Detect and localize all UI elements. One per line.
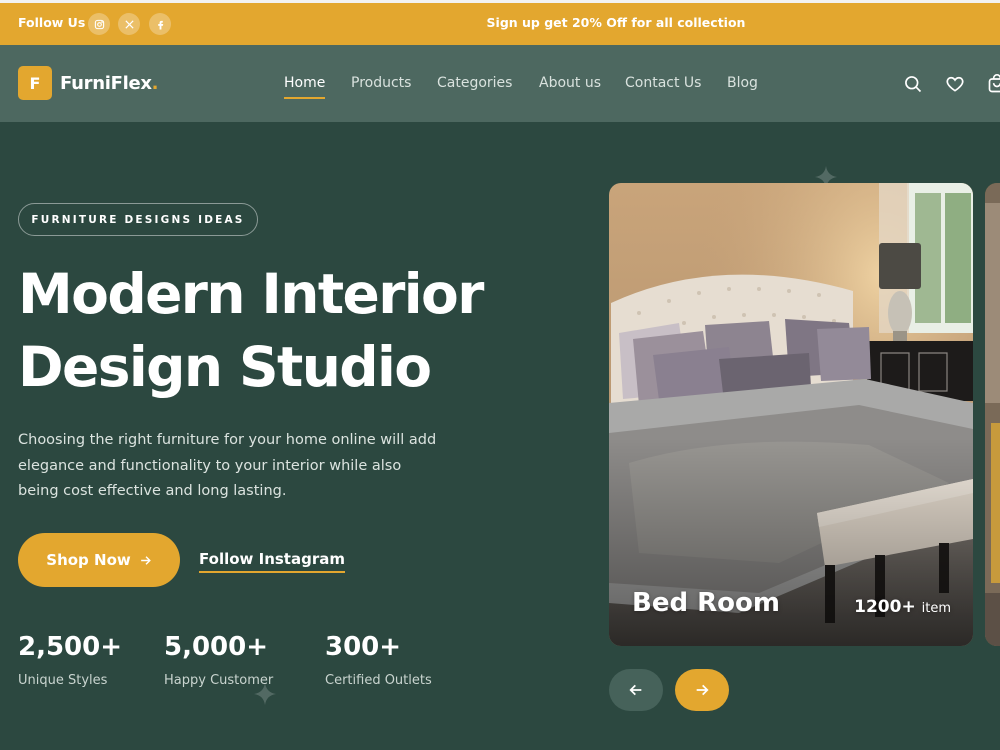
logo-text[interactable]: FurniFlex. [60, 73, 158, 94]
promo-text: Sign up get 20% Off for all collection [486, 15, 746, 30]
nav-blog[interactable]: Blog [727, 75, 758, 91]
arrow-right-icon [140, 555, 151, 565]
bedroom-category-card[interactable]: Bed Room 1200+ item [609, 183, 973, 646]
nav-home-label: Home [284, 75, 326, 91]
card-title: Bed Room [632, 588, 780, 618]
hero-title: Modern Interior Design Studio [18, 258, 598, 404]
shop-now-button[interactable]: Shop Now [18, 533, 180, 587]
stat-label-styles: Unique Styles [18, 673, 108, 688]
hero-tag-pill: FURNITURE DESIGNS IDEAS [18, 203, 258, 236]
nav-active-indicator [284, 97, 326, 99]
nav-products[interactable]: Products [351, 75, 411, 91]
heart-icon[interactable] [945, 74, 965, 94]
card-item-count: 1200+ item [854, 597, 951, 617]
nav-about-us[interactable]: About us [539, 75, 601, 91]
follow-instagram-link[interactable]: Follow Instagram [199, 550, 345, 573]
arrow-right-icon [696, 684, 709, 696]
card-count-value: 1200+ [854, 597, 916, 617]
logo-dot: . [151, 73, 159, 94]
logo-mark[interactable]: F [18, 66, 52, 100]
bedroom-photo [609, 183, 973, 646]
nav-home[interactable]: Home [284, 75, 326, 99]
arrow-left-icon [629, 684, 642, 696]
stat-value-outlets: 300+ [325, 632, 402, 662]
logo-name: FurniFlex [60, 73, 152, 94]
hero-description: Choosing the right furniture for your ho… [18, 432, 437, 499]
main-header: F FurniFlex. Home Products Categories Ab… [0, 45, 1000, 122]
stat-label-outlets: Certified Outlets [325, 673, 432, 688]
promo-topbar: Follow Us Sign up get 20% Off for all co… [0, 0, 1000, 45]
next-category-card-peek[interactable] [985, 183, 1000, 646]
carousel-prev-button[interactable] [609, 669, 663, 711]
search-icon[interactable] [903, 74, 923, 94]
shop-now-label: Shop Now [46, 551, 131, 569]
hero-title-line1: Modern Interior [18, 262, 484, 326]
stat-value-styles: 2,500+ [18, 632, 123, 662]
nav-contact-us[interactable]: Contact Us [625, 75, 701, 91]
next-card-photo [985, 183, 1000, 646]
cart-icon[interactable] [987, 74, 1000, 94]
nav-categories[interactable]: Categories [437, 75, 512, 91]
hero-title-line2: Design Studio [18, 335, 432, 399]
stat-value-customers: 5,000+ [164, 632, 269, 662]
carousel-next-button[interactable] [675, 669, 729, 711]
card-count-unit: item [921, 601, 951, 616]
sparkle-icon [254, 683, 276, 705]
